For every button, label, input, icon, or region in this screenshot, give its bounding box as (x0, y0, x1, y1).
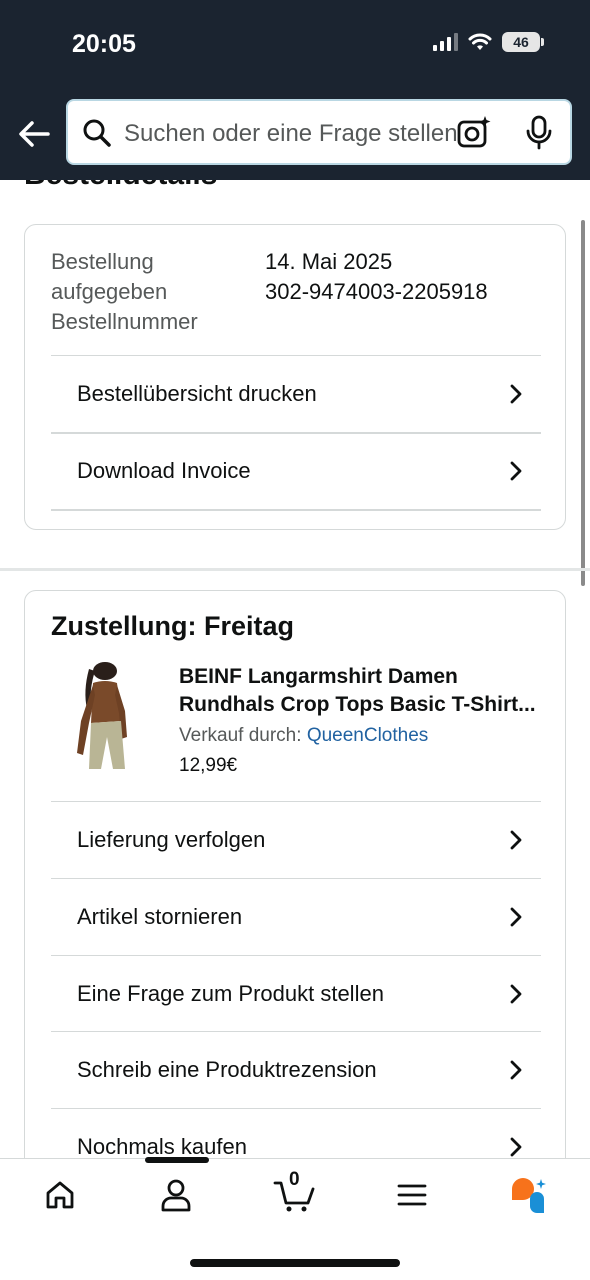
nav-account[interactable] (154, 1175, 198, 1215)
product-title[interactable]: BEINF Langarmshirt Damen Rundhals Crop T… (179, 663, 549, 719)
write-review-row[interactable]: Schreib eine Produktrezension (51, 1031, 541, 1107)
chevron-right-icon (510, 984, 522, 1003)
row-label: Artikel stornieren (77, 903, 243, 929)
app-header: 20:05 46 Suchen oder eine Frage stellen (0, 0, 590, 180)
order-meta-values: 14. Mai 2025 302-9474003-2205918 (265, 247, 488, 307)
order-meta-labels: Bestellung aufgegeben Bestellnummer (51, 247, 198, 337)
delivery-card: Zustellung: Freitag BEINF Langarmshirt D… (24, 590, 566, 1158)
account-icon (161, 1179, 191, 1212)
back-button[interactable] (16, 116, 52, 152)
status-time: 20:05 (72, 30, 136, 58)
product-image[interactable] (61, 661, 145, 771)
ask-question-row[interactable]: Eine Frage zum Produkt stellen (51, 955, 541, 1031)
chevron-right-icon (510, 1060, 522, 1079)
row-label: Eine Frage zum Produkt stellen (77, 980, 384, 1006)
search-icon (83, 119, 111, 147)
bottom-nav: 0 (0, 1157, 590, 1280)
arrow-left-icon (19, 121, 50, 147)
menu-icon (397, 1184, 427, 1206)
cancel-item-row[interactable]: Artikel stornieren (51, 878, 541, 954)
page-title: Bestelldetails (24, 180, 217, 192)
row-label: Nochmals kaufen (77, 1133, 247, 1159)
cart-count-badge: 0 (289, 1169, 300, 1190)
search-bar[interactable]: Suchen oder eine Frage stellen (66, 99, 572, 165)
seller-link[interactable]: QueenClothes (307, 725, 428, 746)
section-divider (0, 568, 590, 571)
row-label: Bestellübersicht drucken (77, 380, 317, 406)
nav-menu[interactable] (390, 1175, 434, 1215)
order-number: 302-9474003-2205918 (265, 279, 488, 304)
nav-home[interactable] (38, 1175, 82, 1215)
chevron-right-icon (510, 384, 522, 403)
nav-cart[interactable]: 0 (272, 1169, 316, 1215)
chevron-right-icon (510, 1137, 522, 1156)
home-icon (46, 1181, 74, 1209)
order-summary-card: Bestellung aufgegeben Bestellnummer 14. … (24, 224, 566, 530)
chevron-right-icon (510, 461, 522, 481)
order-details-content[interactable]: Bestelldetails Bestellung aufgegeben Bes… (0, 180, 590, 1158)
product-price: 12,99€ (179, 755, 238, 776)
download-invoice-row[interactable]: Download Invoice (51, 432, 541, 508)
product-title-line1[interactable]: BEINF Langarmshirt Damen (179, 663, 549, 691)
order-date: 14. Mai 2025 (265, 249, 393, 274)
battery-icon: 46 (502, 32, 544, 52)
chevron-right-icon (510, 907, 522, 926)
rufus-icon (512, 1178, 546, 1213)
chevron-right-icon (510, 830, 522, 849)
order-number-label: Bestellnummer (51, 309, 198, 334)
product-title-line2[interactable]: Rundhals Crop Tops Basic T-Shirt... (179, 691, 549, 719)
row-divider (51, 509, 541, 511)
seller-info: Verkauf durch: QueenClothes (179, 725, 428, 747)
print-summary-row[interactable]: Bestellübersicht drucken (51, 355, 541, 431)
wifi-icon (468, 33, 492, 50)
scrollbar[interactable] (581, 220, 585, 586)
camera-lens-icon[interactable] (456, 115, 492, 151)
delivery-title: Zustellung: Freitag (51, 611, 294, 641)
microphone-icon[interactable] (524, 115, 554, 151)
nav-rufus[interactable] (506, 1175, 550, 1215)
home-indicator[interactable] (190, 1259, 400, 1267)
signal-icon (433, 33, 458, 51)
row-label: Download Invoice (77, 458, 251, 483)
order-date-label: Bestellung (51, 249, 154, 274)
order-date-label-line2: aufgegeben (51, 279, 168, 304)
active-tab-indicator (145, 1157, 209, 1163)
seller-prefix: Verkauf durch: (179, 725, 302, 746)
row-label: Lieferung verfolgen (77, 826, 266, 852)
row-label: Schreib eine Produktrezension (77, 1056, 377, 1082)
track-delivery-row[interactable]: Lieferung verfolgen (51, 801, 541, 877)
status-icons: 46 (433, 32, 544, 52)
buy-again-row[interactable]: Nochmals kaufen (51, 1108, 541, 1158)
search-input[interactable]: Suchen oder eine Frage stellen (124, 120, 464, 148)
